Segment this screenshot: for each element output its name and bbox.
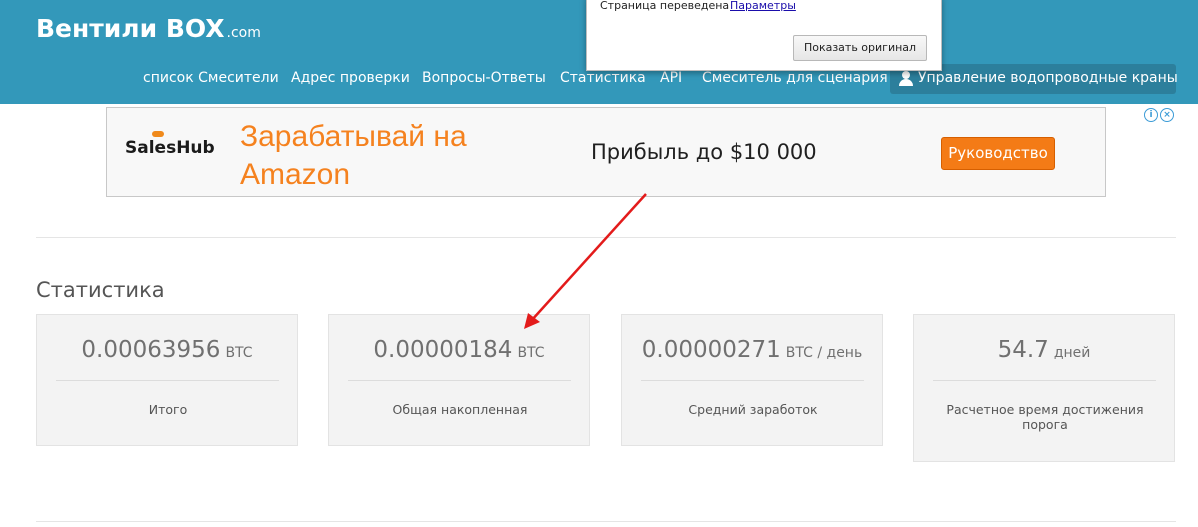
ad-logo-mark <box>152 131 164 137</box>
stat-unit: BTC / день <box>785 345 863 361</box>
ad-logo: SalesHub <box>125 131 215 158</box>
stat-card-threshold-eta: 54.7 дней Расчетное время достижения поро… <box>913 314 1175 462</box>
user-icon <box>899 71 913 86</box>
stat-label: Расчетное время достижения порога <box>946 402 1144 432</box>
show-original-button[interactable]: Показать оригинал <box>793 35 927 61</box>
stat-label: Общая накопленная <box>392 402 528 417</box>
nav-link-statistics[interactable]: Статистика <box>560 70 646 86</box>
ad-banner[interactable]: SalesHub Зарабатывай на Amazon Прибыль д… <box>106 107 1106 197</box>
stat-unit: BTC <box>517 345 545 361</box>
nav-link-script-faucet[interactable]: Смеситель для сценария <box>702 70 888 86</box>
close-icon[interactable]: × <box>1160 108 1174 122</box>
stat-card-average: 0.00000271 BTC / день Средний заработок <box>621 314 883 446</box>
ad-offer: Прибыль до $10 000 <box>591 140 817 164</box>
nav-link-api[interactable]: API <box>660 70 682 86</box>
site-logo[interactable]: Вентили BOX .com <box>36 14 261 43</box>
stat-card-total: 0.00063956 BTC Итого <box>36 314 298 446</box>
stats-title: Статистика <box>36 278 165 302</box>
stat-number: 0.00063956 <box>81 337 221 363</box>
translate-status-text: Страница переведена <box>600 0 730 12</box>
ad-headline: Зарабатывай на Amazon <box>240 120 467 191</box>
divider-top <box>36 237 1176 238</box>
account-menu-label: Управление водопроводные краны <box>918 70 1178 86</box>
stat-number: 54.7 <box>997 337 1049 363</box>
stat-label: Итого <box>148 402 188 417</box>
nav-link-faucet-list[interactable]: список Смесители <box>143 70 279 86</box>
stat-divider <box>933 380 1156 381</box>
stat-divider <box>348 380 571 381</box>
ad-choices[interactable]: i × <box>1144 108 1176 122</box>
divider-bottom <box>36 521 1176 522</box>
translate-options-link[interactable]: Параметры <box>730 0 796 12</box>
stat-divider <box>641 380 864 381</box>
stat-value: 0.00000271 BTC / день <box>622 337 882 363</box>
stat-value: 0.00063956 BTC <box>37 337 297 363</box>
stat-unit: BTC <box>225 345 253 361</box>
stat-divider <box>56 380 279 381</box>
brand-name: Вентили BOX <box>36 14 225 43</box>
nav-link-check-address[interactable]: Адрес проверки <box>291 70 410 86</box>
stat-number: 0.00000184 <box>373 337 513 363</box>
info-icon[interactable]: i <box>1144 108 1158 122</box>
stat-number: 0.00000271 <box>641 337 781 363</box>
stat-label: Средний заработок <box>688 402 818 417</box>
stat-value: 54.7 дней <box>914 337 1174 363</box>
ad-logo-text: SalesHub <box>125 138 215 158</box>
stat-card-accumulated: 0.00000184 BTC Общая накопленная <box>328 314 590 446</box>
nav-link-faq[interactable]: Вопросы-Ответы <box>422 70 546 86</box>
ad-cta-button[interactable]: Руководство <box>941 137 1055 170</box>
stat-unit: дней <box>1053 345 1091 361</box>
translate-popup: Страница переведена Параметры Показать о… <box>586 0 942 71</box>
brand-suffix: .com <box>226 25 261 41</box>
stat-value: 0.00000184 BTC <box>329 337 589 363</box>
